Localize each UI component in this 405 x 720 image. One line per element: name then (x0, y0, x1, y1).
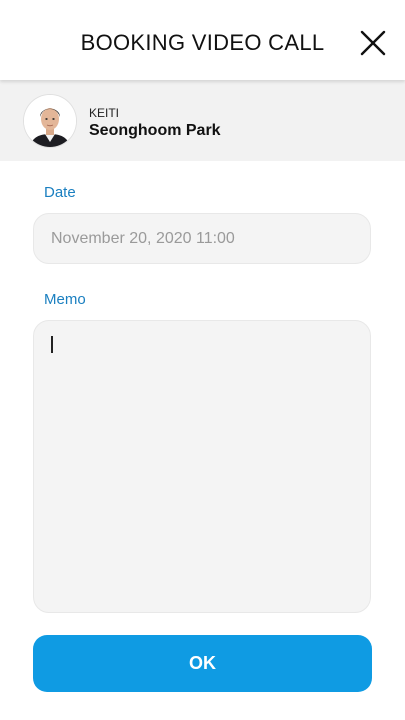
close-button[interactable] (356, 26, 390, 60)
memo-input[interactable] (33, 320, 371, 613)
close-icon (360, 30, 386, 56)
header-bar: BOOKING VIDEO CALL (0, 0, 405, 80)
ok-button[interactable]: OK (33, 635, 372, 692)
date-label: Date (44, 184, 76, 201)
avatar (24, 95, 76, 147)
profile-organization: KEITI (89, 106, 120, 120)
profile-section: KEITI Seonghoom Park (0, 80, 405, 161)
text-cursor (51, 336, 53, 353)
page-title: BOOKING VIDEO CALL (80, 30, 325, 55)
date-field[interactable]: November 20, 2020 11:00 (33, 213, 371, 264)
profile-name: Seonghoom Park (89, 122, 221, 139)
memo-label: Memo (44, 291, 86, 308)
avatar-photo (24, 95, 76, 147)
